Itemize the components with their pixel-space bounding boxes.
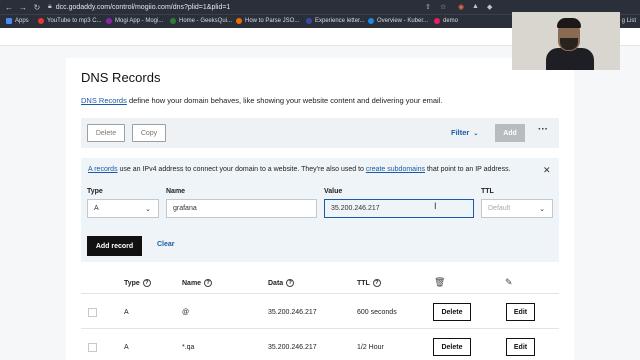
back-icon[interactable]: ← bbox=[4, 3, 14, 12]
help-circle-icon[interactable]: ? bbox=[286, 279, 295, 287]
lock-icon: 🔒︎ bbox=[48, 3, 52, 10]
row-checkbox[interactable] bbox=[88, 343, 97, 352]
filter-button[interactable]: Filter ⌄ bbox=[451, 128, 478, 137]
row-delete-button[interactable]: Delete bbox=[433, 303, 471, 321]
row-edit-button[interactable]: Edit bbox=[506, 303, 535, 321]
apps-icon bbox=[6, 18, 12, 24]
star-icon[interactable]: ☆ bbox=[440, 3, 446, 11]
mogi-icon bbox=[106, 18, 112, 24]
chevron-down-icon: ⌄ bbox=[473, 131, 479, 137]
extension-icon[interactable]: ◉ bbox=[458, 3, 464, 11]
records-table-header bbox=[81, 272, 559, 294]
intro-text: DNS Records define how your domain behav… bbox=[81, 96, 443, 105]
help-circle-icon[interactable]: ? bbox=[204, 279, 213, 287]
reading-list[interactable]: g List bbox=[622, 18, 636, 24]
type-label: Type bbox=[87, 188, 103, 195]
add-button[interactable]: Add bbox=[495, 124, 525, 142]
record-name: @ bbox=[182, 309, 190, 316]
help-circle-icon[interactable]: ? bbox=[372, 279, 381, 287]
table-row bbox=[81, 330, 559, 360]
row-delete-button[interactable]: Delete bbox=[433, 338, 471, 356]
doc-icon bbox=[306, 18, 312, 24]
bookmark-site-icon bbox=[434, 18, 440, 24]
column-ttl[interactable]: TTL? bbox=[357, 279, 381, 287]
bookmark-experience-letter[interactable]: Experience letter... bbox=[306, 18, 365, 24]
column-data[interactable]: Data? bbox=[268, 279, 295, 287]
bookmark-apps[interactable]: Apps bbox=[6, 18, 29, 24]
chevron-down-icon: ⌄ bbox=[539, 205, 545, 213]
youtube-icon bbox=[38, 18, 44, 24]
forward-icon[interactable]: → bbox=[18, 3, 28, 12]
record-data: 35.200.246.217 bbox=[268, 344, 317, 351]
ttl-label: TTL bbox=[481, 188, 494, 195]
bookmark-kubernetes[interactable]: Overview - Kuber... bbox=[368, 18, 428, 24]
bookmark-geeksquiz[interactable]: Home - GeeksQui... bbox=[170, 18, 232, 24]
clear-button[interactable]: Clear bbox=[157, 241, 175, 248]
value-label: Value bbox=[324, 188, 343, 195]
record-data: 35.200.246.217 bbox=[268, 309, 317, 316]
add-record-button[interactable]: Add record bbox=[87, 236, 142, 256]
row-edit-button[interactable]: Edit bbox=[506, 338, 535, 356]
bookmark-mogi-app[interactable]: Mogi App - Mogi... bbox=[106, 18, 163, 24]
reload-icon[interactable]: ↻ bbox=[32, 3, 42, 12]
create-subdomains-link[interactable]: create subdomains bbox=[366, 166, 425, 173]
column-name[interactable]: Name? bbox=[182, 279, 213, 287]
copy-button[interactable]: Copy bbox=[132, 124, 166, 142]
column-type[interactable]: Type? bbox=[124, 279, 151, 287]
page-title: DNS Records bbox=[81, 70, 161, 85]
delete-button[interactable]: Delete bbox=[87, 124, 125, 142]
dns-records-link[interactable]: DNS Records bbox=[81, 96, 127, 105]
record-ttl: 1/2 Hour bbox=[357, 344, 384, 351]
trash-icon: 🗑︎ bbox=[434, 277, 446, 287]
extension-icon[interactable]: ◆ bbox=[487, 3, 492, 11]
row-checkbox[interactable] bbox=[88, 308, 97, 317]
bookmark-parse-json[interactable]: How to Parse JSO... bbox=[236, 18, 299, 24]
value-input[interactable]: 35.200.246.217 bbox=[324, 199, 474, 218]
record-name: *.qa bbox=[182, 344, 195, 351]
bookmark-youtube-mp3[interactable]: YouTube to mp3 C... bbox=[38, 18, 102, 24]
url-text[interactable]: dcc.godaddy.com/control/mogiio.com/dns?p… bbox=[56, 4, 231, 11]
kubernetes-icon bbox=[368, 18, 374, 24]
bookmark-site-icon bbox=[236, 18, 242, 24]
webcam-overlay bbox=[512, 12, 620, 70]
info-banner: A records use an IPv4 address to connect… bbox=[81, 158, 559, 182]
geeks-icon bbox=[170, 18, 176, 24]
chevron-down-icon: ⌄ bbox=[145, 205, 151, 213]
extension-icon[interactable]: ▲ bbox=[472, 3, 479, 10]
table-row bbox=[81, 295, 559, 329]
record-type: A bbox=[124, 309, 129, 316]
name-input[interactable]: grafana bbox=[166, 199, 317, 218]
help-circle-icon[interactable]: ? bbox=[142, 279, 151, 287]
ttl-select[interactable]: Default ⌄ bbox=[481, 199, 553, 218]
close-icon[interactable]: ✕ bbox=[543, 165, 551, 176]
text-cursor-icon: I bbox=[434, 201, 437, 211]
share-icon[interactable]: ⇧ bbox=[425, 3, 431, 11]
name-label: Name bbox=[166, 188, 186, 195]
a-records-link[interactable]: A records bbox=[88, 166, 118, 173]
pencil-icon: ✎ bbox=[505, 277, 513, 287]
bookmark-demo[interactable]: demo bbox=[434, 18, 458, 24]
record-type: A bbox=[124, 344, 129, 351]
type-select[interactable]: A ⌄ bbox=[87, 199, 159, 218]
more-options-icon[interactable]: ··· bbox=[538, 124, 548, 135]
record-ttl: 600 seconds bbox=[357, 309, 397, 316]
